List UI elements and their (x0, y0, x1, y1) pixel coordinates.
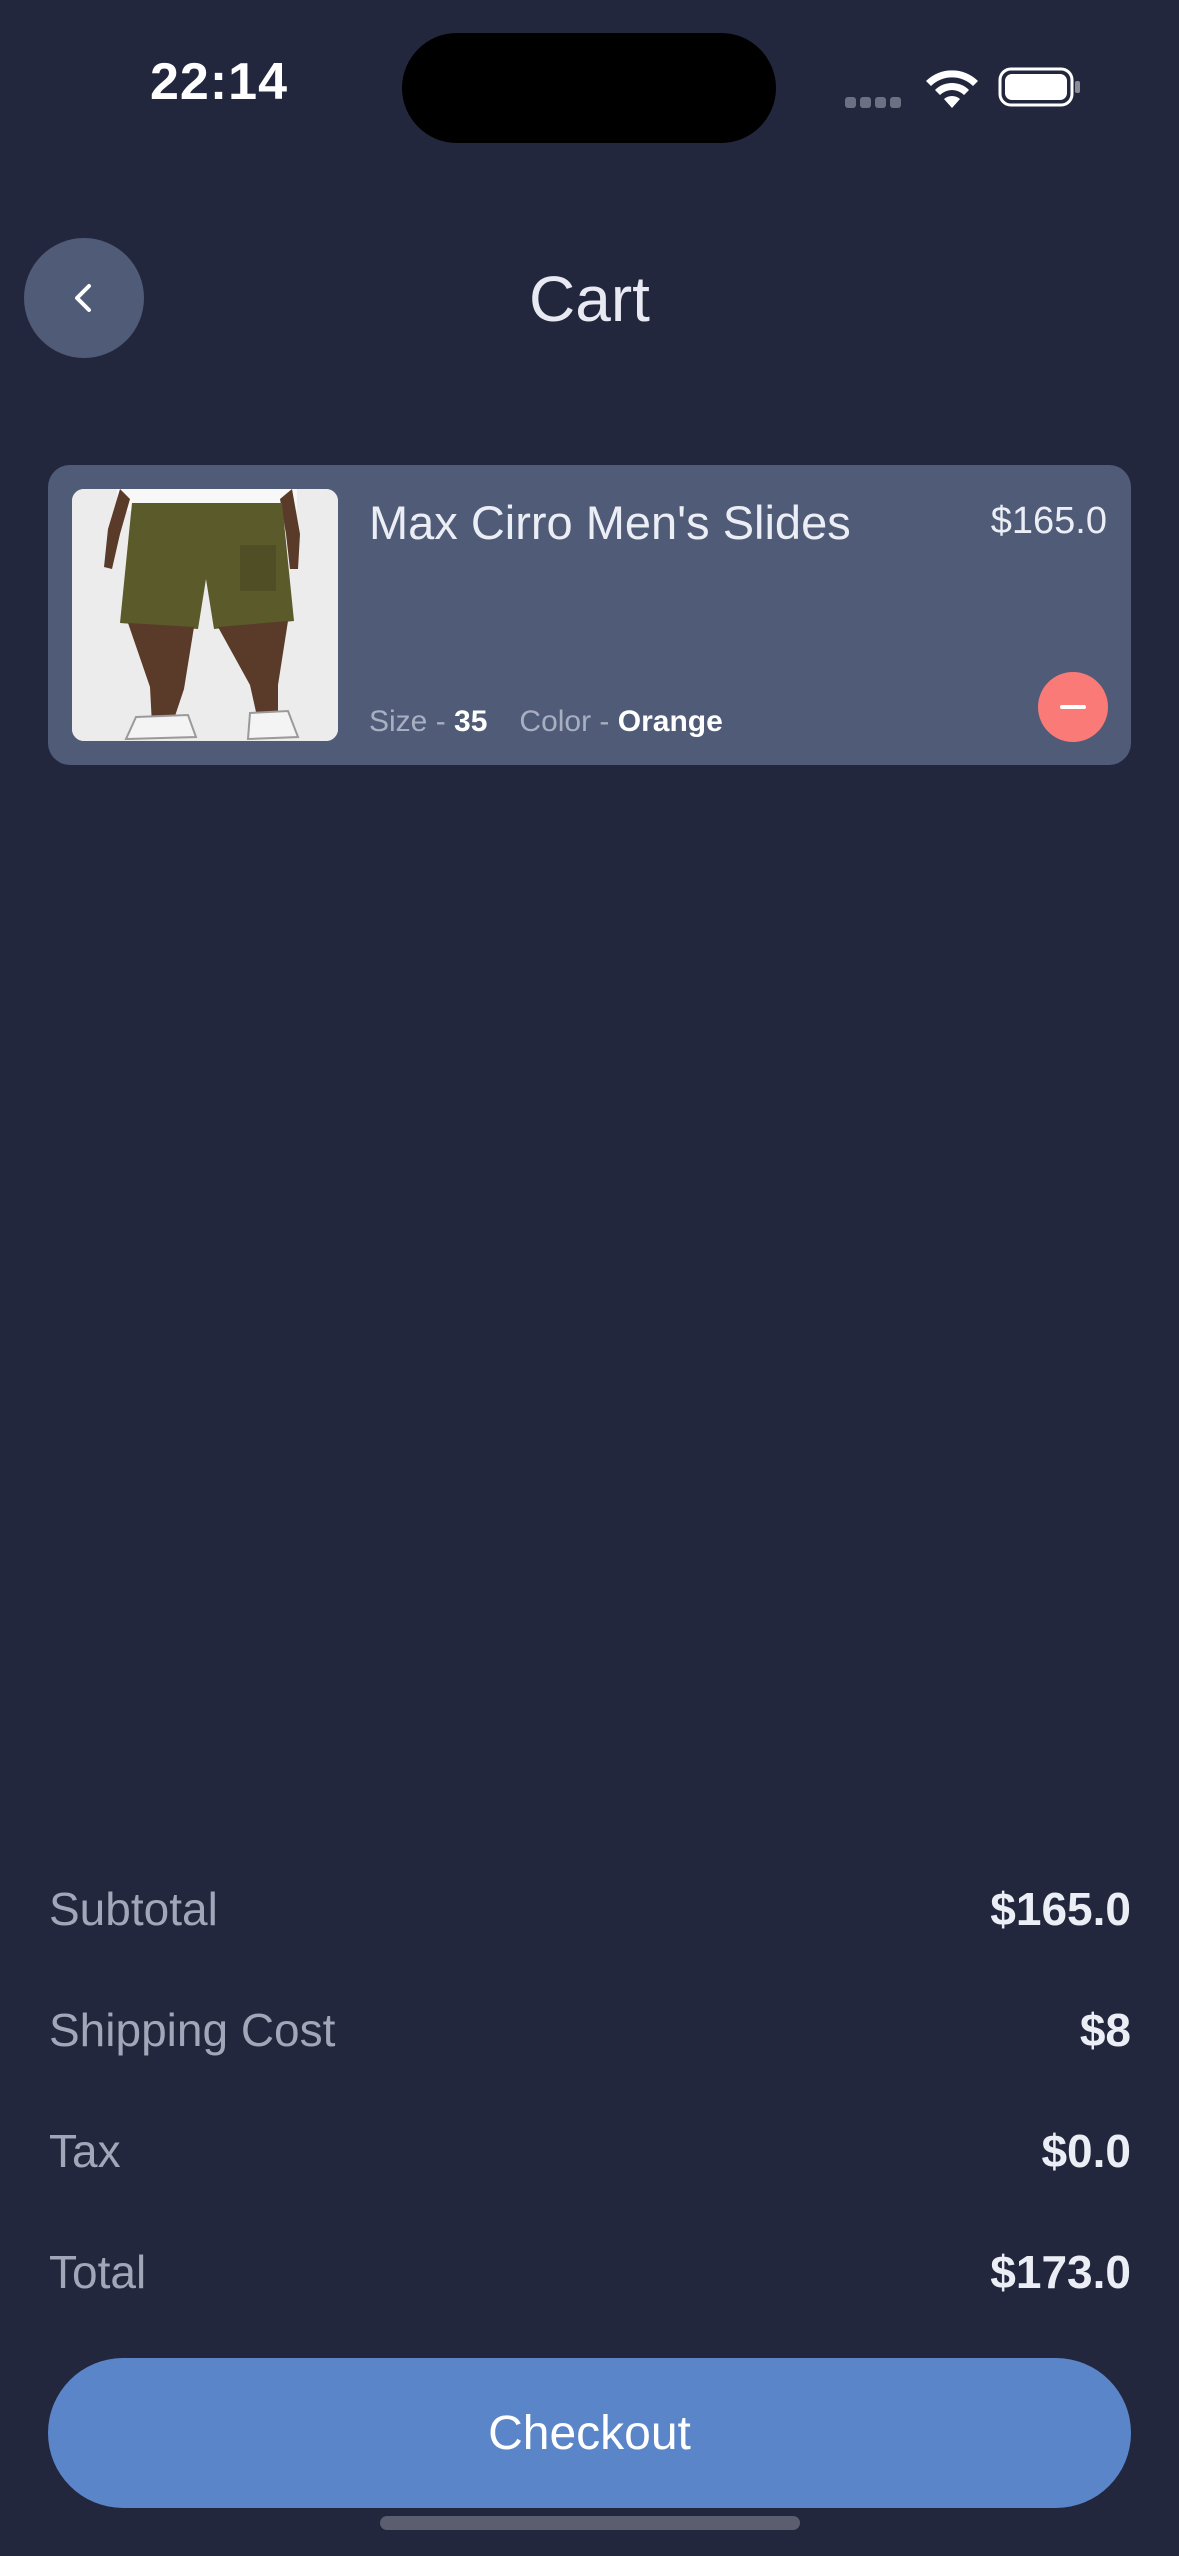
product-meta: Size - 35 Color - Orange (369, 705, 723, 739)
product-image (72, 489, 338, 741)
total-label: Total (49, 2246, 147, 2298)
checkout-button[interactable]: Checkout (48, 2358, 1131, 2508)
subtotal-label: Subtotal (49, 1883, 218, 1935)
shipping-label: Shipping Cost (49, 2004, 336, 2056)
tax-row: Tax $0.0 (49, 2121, 1131, 2181)
cart-item[interactable]: Max Cirro Men's Slides $165.0 Size - 35 C… (48, 465, 1131, 765)
status-time: 22:14 (150, 53, 288, 111)
shipping-row: Shipping Cost $8 (49, 2000, 1131, 2060)
color-label: Color - (519, 705, 618, 738)
battery-icon (998, 67, 1080, 107)
remove-item-button[interactable] (1038, 672, 1108, 742)
subtotal-value: $165.0 (990, 1883, 1131, 1935)
cart-screen: 22:14 Cart Max Cirro Men's Slides $165.0… (0, 0, 1179, 2556)
home-indicator (380, 2516, 800, 2530)
dynamic-island (402, 33, 776, 143)
size-value: 35 (454, 705, 488, 738)
shipping-value: $8 (1079, 2004, 1131, 2056)
tax-value: $0.0 (1041, 2125, 1131, 2177)
wifi-icon (926, 70, 978, 108)
cellular-signal-icon (845, 95, 905, 108)
color-value: Orange (617, 705, 723, 738)
tax-label: Tax (49, 2125, 121, 2177)
minus-icon (1060, 705, 1086, 709)
total-value: $173.0 (990, 2246, 1131, 2298)
total-row: Total $173.0 (49, 2242, 1131, 2302)
page-title: Cart (529, 263, 650, 335)
product-name: Max Cirro Men's Slides (369, 496, 851, 549)
product-price: $165.0 (990, 500, 1107, 542)
size-label: Size - (369, 705, 455, 738)
subtotal-row: Subtotal $165.0 (49, 1879, 1131, 1939)
